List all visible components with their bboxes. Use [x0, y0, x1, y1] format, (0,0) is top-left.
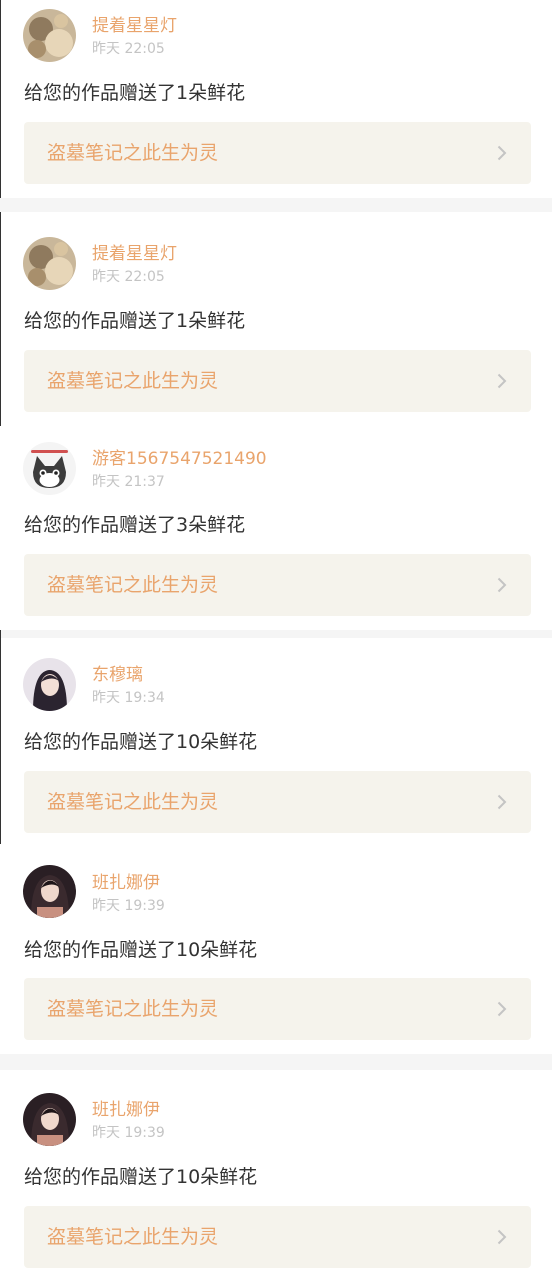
gift-message: 给您的作品赠送了3朵鲜花 — [24, 514, 246, 536]
work-link-button[interactable]: 盗墓笔记之此生为灵 — [24, 978, 531, 1040]
username[interactable]: 班扎娜伊 — [92, 1099, 160, 1121]
notification-card: 班扎娜伊 昨天 19:39 给您的作品赠送了10朵鲜花 盗墓笔记之此生为灵 — [0, 1070, 552, 1280]
work-link-button[interactable]: 盗墓笔记之此生为灵 — [24, 554, 531, 616]
card-separator — [0, 198, 552, 212]
screenshot-edge — [0, 212, 1, 426]
chevron-right-icon — [497, 1001, 507, 1017]
user-avatar[interactable] — [23, 658, 76, 711]
gift-notification-feed: 提着星星灯 昨天 22:05 给您的作品赠送了1朵鲜花 盗墓笔记之此生为灵 提着… — [0, 0, 552, 1280]
username[interactable]: 游客1567547521490 — [92, 448, 267, 470]
username[interactable]: 班扎娜伊 — [92, 872, 160, 894]
notification-card: 东穆璃 昨天 19:34 给您的作品赠送了10朵鲜花 盗墓笔记之此生为灵 — [0, 638, 552, 844]
work-link-button[interactable]: 盗墓笔记之此生为灵 — [24, 122, 531, 184]
gift-message: 给您的作品赠送了10朵鲜花 — [24, 939, 258, 961]
card-separator — [0, 630, 552, 638]
notification-card: 提着星星灯 昨天 22:05 给您的作品赠送了1朵鲜花 盗墓笔记之此生为灵 — [0, 212, 552, 426]
timestamp: 昨天 21:37 — [92, 474, 165, 490]
work-title: 盗墓笔记之此生为灵 — [47, 142, 219, 164]
user-avatar[interactable] — [23, 9, 76, 62]
timestamp: 昨天 22:05 — [92, 269, 165, 285]
gift-message: 给您的作品赠送了1朵鲜花 — [24, 82, 246, 104]
user-avatar[interactable] — [23, 865, 76, 918]
card-separator — [0, 1054, 552, 1070]
timestamp: 昨天 19:34 — [92, 690, 165, 706]
work-title: 盗墓笔记之此生为灵 — [47, 998, 219, 1020]
notification-card: 游客1567547521490 昨天 21:37 给您的作品赠送了3朵鲜花 盗墓… — [0, 426, 552, 630]
username[interactable]: 提着星星灯 — [92, 243, 177, 265]
timestamp: 昨天 22:05 — [92, 41, 165, 57]
user-avatar[interactable] — [23, 237, 76, 290]
work-link-button[interactable]: 盗墓笔记之此生为灵 — [24, 1206, 531, 1268]
work-title: 盗墓笔记之此生为灵 — [47, 1226, 219, 1248]
gift-message: 给您的作品赠送了10朵鲜花 — [24, 731, 258, 753]
chevron-right-icon — [497, 373, 507, 389]
work-title: 盗墓笔记之此生为灵 — [47, 370, 219, 392]
gift-message: 给您的作品赠送了1朵鲜花 — [24, 310, 246, 332]
notification-card: 提着星星灯 昨天 22:05 给您的作品赠送了1朵鲜花 盗墓笔记之此生为灵 — [0, 0, 552, 198]
screenshot-edge — [0, 630, 1, 844]
timestamp: 昨天 19:39 — [92, 1125, 165, 1141]
gift-message: 给您的作品赠送了10朵鲜花 — [24, 1166, 258, 1188]
work-link-button[interactable]: 盗墓笔记之此生为灵 — [24, 771, 531, 833]
chevron-right-icon — [497, 577, 507, 593]
photo-avatar-icon — [23, 9, 76, 62]
notification-card: 班扎娜伊 昨天 19:39 给您的作品赠送了10朵鲜花 盗墓笔记之此生为灵 — [0, 844, 552, 1054]
chevron-right-icon — [497, 794, 507, 810]
screenshot-edge — [0, 0, 1, 198]
photo-avatar-icon — [23, 237, 76, 290]
username[interactable]: 东穆璃 — [92, 664, 143, 686]
username[interactable]: 提着星星灯 — [92, 15, 177, 37]
cat-avatar-icon — [23, 442, 76, 495]
chevron-right-icon — [497, 145, 507, 161]
work-title: 盗墓笔记之此生为灵 — [47, 791, 219, 813]
photo-avatar-icon — [23, 658, 76, 711]
photo-avatar-icon — [23, 865, 76, 918]
work-link-button[interactable]: 盗墓笔记之此生为灵 — [24, 350, 531, 412]
work-title: 盗墓笔记之此生为灵 — [47, 574, 219, 596]
timestamp: 昨天 19:39 — [92, 898, 165, 914]
chevron-right-icon — [497, 1229, 507, 1245]
user-avatar[interactable] — [23, 442, 76, 495]
user-avatar[interactable] — [23, 1093, 76, 1146]
photo-avatar-icon — [23, 1093, 76, 1146]
